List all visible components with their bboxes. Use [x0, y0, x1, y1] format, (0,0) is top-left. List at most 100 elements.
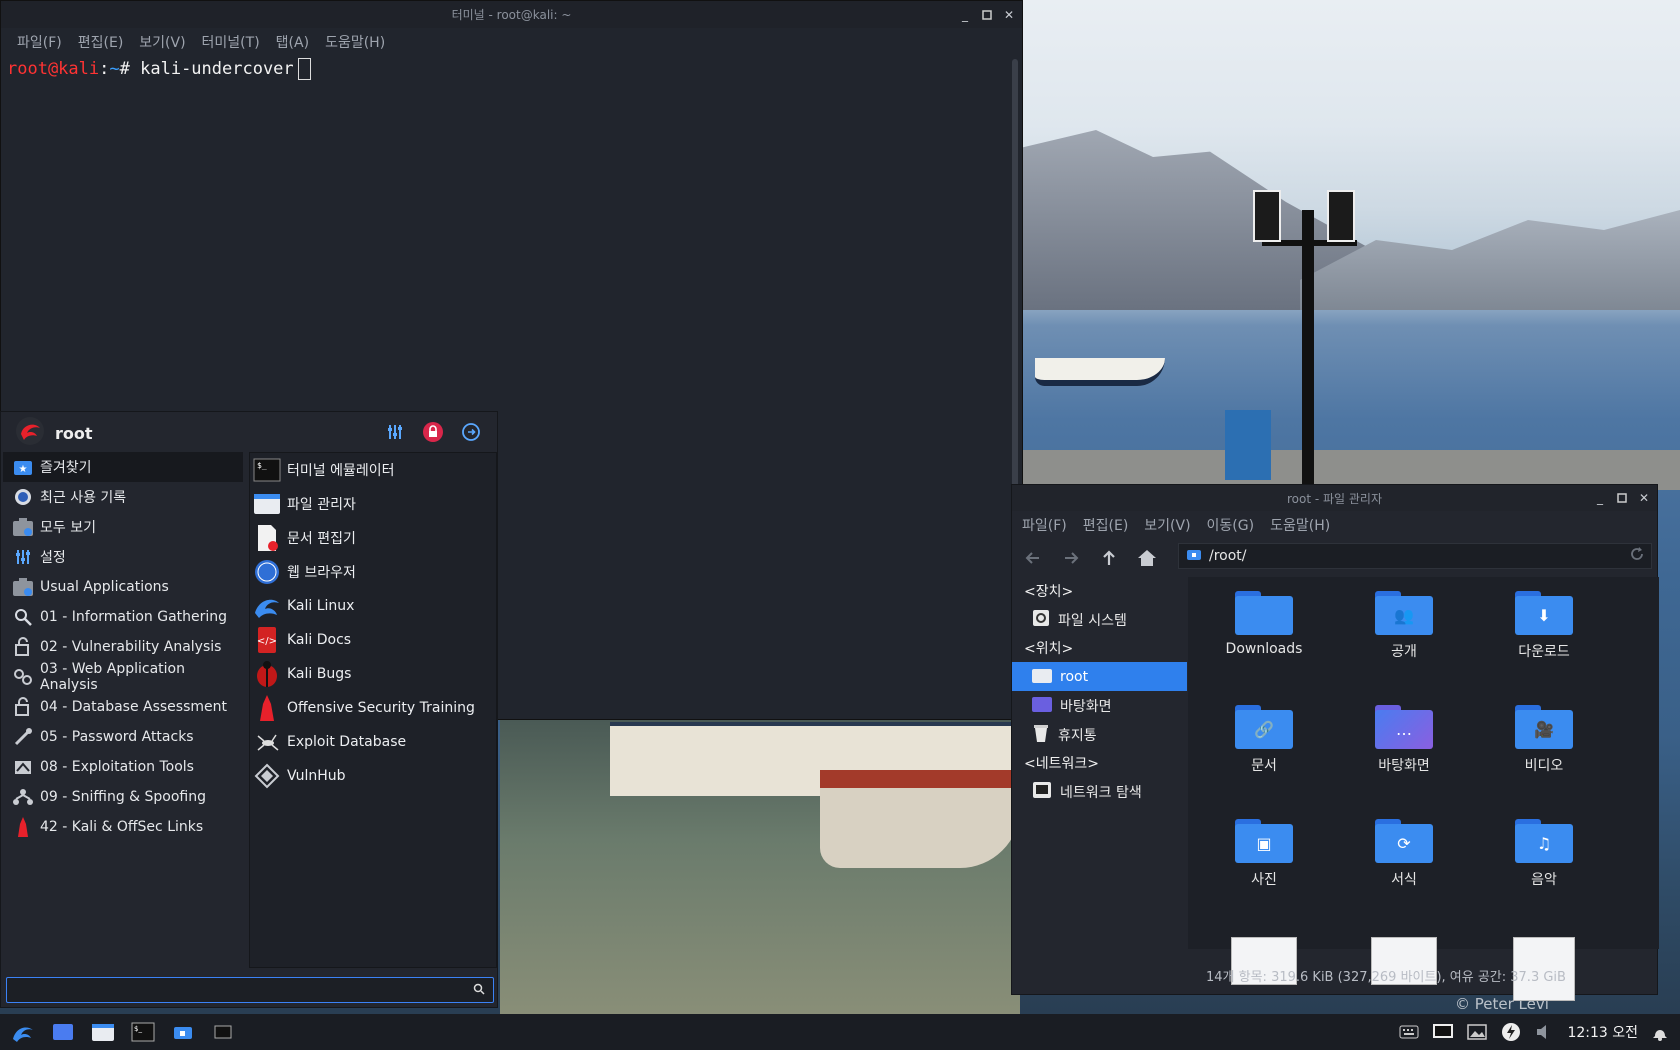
app-kali-docs[interactable]: </> Kali Docs	[250, 623, 496, 657]
home-icon[interactable]	[1134, 545, 1160, 571]
clock[interactable]: 12:13 오전	[1567, 1022, 1638, 1042]
screenshot-icon[interactable]	[1465, 1020, 1489, 1044]
app-exploit-database[interactable]: Exploit Database	[250, 725, 496, 759]
folder-public[interactable]: 👥 공개	[1334, 577, 1474, 691]
sidebar-item-root[interactable]: root	[1012, 662, 1187, 691]
public-folder-icon: 👥	[1375, 591, 1433, 635]
app-kali-bugs[interactable]: Kali Bugs	[250, 657, 496, 691]
category-usual-apps[interactable]: Usual Applications	[3, 572, 243, 602]
sidebar-item-desktop[interactable]: 바탕화면	[1012, 691, 1187, 720]
menu-view[interactable]: 보기(V)	[131, 32, 193, 52]
category-favorites[interactable]: ★ 즐겨찾기	[3, 452, 243, 482]
close-button[interactable]: ✕	[1637, 491, 1651, 505]
folder-desktop[interactable]: … 바탕화면	[1334, 691, 1474, 805]
menu-search-input[interactable]	[7, 978, 465, 1002]
category-kali-links[interactable]: 42 - Kali & OffSec Links	[3, 812, 243, 842]
file-manager-launcher-icon[interactable]	[86, 1017, 120, 1047]
category-database[interactable]: 04 - Database Assessment	[3, 692, 243, 722]
taskbar-terminal-window[interactable]	[206, 1017, 240, 1047]
sidebar-item-filesystem[interactable]: 파일 시스템	[1012, 605, 1187, 634]
category-exploitation[interactable]: 08 - Exploitation Tools	[3, 752, 243, 782]
category-web-app-analysis[interactable]: 03 - Web Application Analysis	[3, 661, 243, 693]
category-sniffing[interactable]: 09 - Sniffing & Spoofing	[3, 782, 243, 812]
volume-icon[interactable]	[1533, 1020, 1557, 1044]
category-password[interactable]: 05 - Password Attacks	[3, 722, 243, 752]
menu-view[interactable]: 보기(V)	[1136, 515, 1198, 535]
terminal-content[interactable]: root@kali:~# kali-undercover	[1, 56, 1022, 82]
sidebar-label: 네트워크 탐색	[1060, 784, 1142, 801]
menu-tabs[interactable]: 탭(A)	[268, 32, 317, 52]
category-list: ★ 즐겨찾기 최근 사용 기록 모두 보기 설정 Usual Applicati…	[3, 452, 243, 842]
maximize-button[interactable]	[1615, 491, 1629, 505]
settings-manager-icon[interactable]	[383, 420, 407, 444]
menu-edit[interactable]: 편집(E)	[70, 32, 132, 52]
app-offsec-training[interactable]: Offensive Security Training	[250, 691, 496, 725]
sidebar-item-network[interactable]: 네트워크 탐색	[1012, 777, 1187, 806]
file-label: 문서	[1251, 758, 1277, 774]
kali-menu-icon[interactable]	[6, 1017, 40, 1047]
app-text-editor[interactable]: 문서 편집기	[250, 521, 496, 555]
menu-terminal[interactable]: 터미널(T)	[194, 32, 268, 52]
folder-download-kr[interactable]: ⬇ 다운로드	[1474, 577, 1614, 691]
menu-go[interactable]: 이동(G)	[1199, 515, 1263, 535]
folder-templates[interactable]: ⟳ 서식	[1334, 805, 1474, 919]
sidebar-item-trash[interactable]: 휴지통	[1012, 720, 1187, 749]
app-web-browser[interactable]: 웹 브라우저	[250, 555, 496, 589]
minimize-button[interactable]: _	[1593, 491, 1607, 505]
menu-file[interactable]: 파일(F)	[1014, 515, 1075, 535]
lock-screen-icon[interactable]	[421, 420, 445, 444]
app-terminal-emulator[interactable]: $_ 터미널 에뮬레이터	[250, 453, 496, 487]
location-bar[interactable]: /root/	[1178, 543, 1652, 569]
file-grid: Downloads 👥 공개 ⬇ 다운로드 🔗 문서 … 바탕화면 🎥 비디오 …	[1188, 577, 1659, 1001]
app-label: 파일 관리자	[287, 497, 356, 513]
category-all[interactable]: 모두 보기	[3, 512, 243, 542]
folder-downloads[interactable]: Downloads	[1194, 577, 1334, 691]
prompt-separator: :	[99, 59, 110, 79]
home-folder-icon	[1187, 548, 1201, 564]
category-settings[interactable]: 설정	[3, 542, 243, 572]
username: root	[55, 423, 93, 443]
menu-help[interactable]: 도움말(H)	[1262, 515, 1338, 535]
terminal-titlebar[interactable]: 터미널 - root@kali: ~ _ ✕	[1, 1, 1022, 28]
keyboard-icon[interactable]	[1397, 1020, 1421, 1044]
file-manager-window[interactable]: root - 파일 관리자 _ ✕ 파일(F) 편집(E) 보기(V) 이동(G…	[1011, 484, 1659, 1001]
trash-icon	[1032, 723, 1050, 747]
folder-videos[interactable]: 🎥 비디오	[1474, 691, 1614, 805]
category-label: 09 - Sniffing & Spoofing	[40, 789, 207, 805]
file-manager-sidebar: <장치> 파일 시스템 <위치> root 바탕화면 휴지통 <네트워크> 네트…	[1012, 577, 1187, 982]
app-vulnhub[interactable]: VulnHub	[250, 759, 496, 793]
star-folder-icon: ★	[12, 456, 34, 478]
display-icon[interactable]	[1431, 1020, 1455, 1044]
category-label: 02 - Vulnerability Analysis	[40, 639, 222, 655]
notification-bell-icon[interactable]	[1648, 1020, 1672, 1044]
menu-search-box[interactable]	[6, 977, 494, 1003]
folder-music[interactable]: ♫ 음악	[1474, 805, 1614, 919]
offsec-icon	[253, 694, 281, 722]
up-arrow-icon[interactable]	[1096, 545, 1122, 571]
back-arrow-icon[interactable]	[1020, 545, 1046, 571]
category-info-gathering[interactable]: 01 - Information Gathering	[3, 602, 243, 632]
forward-arrow-icon[interactable]	[1058, 545, 1084, 571]
menu-edit[interactable]: 편집(E)	[1075, 515, 1137, 535]
app-kali-linux[interactable]: Kali Linux	[250, 589, 496, 623]
folder-documents[interactable]: 🔗 문서	[1194, 691, 1334, 805]
exploitdb-icon	[253, 728, 281, 756]
taskbar-file-manager-window[interactable]	[166, 1017, 200, 1047]
terminal-launcher-icon[interactable]: $_	[126, 1017, 160, 1047]
app-label: 문서 편집기	[287, 531, 356, 547]
category-recent[interactable]: 최근 사용 기록	[3, 482, 243, 512]
maximize-button[interactable]	[980, 8, 994, 22]
app-file-manager[interactable]: 파일 관리자	[250, 487, 496, 521]
category-vuln-analysis[interactable]: 02 - Vulnerability Analysis	[3, 632, 243, 662]
reload-icon[interactable]	[1629, 546, 1645, 566]
menu-file[interactable]: 파일(F)	[9, 32, 70, 52]
close-button[interactable]: ✕	[1002, 8, 1016, 22]
menu-help[interactable]: 도움말(H)	[317, 32, 393, 52]
category-label: 08 - Exploitation Tools	[40, 759, 194, 775]
power-icon[interactable]	[1499, 1020, 1523, 1044]
file-manager-titlebar[interactable]: root - 파일 관리자 _ ✕	[1012, 485, 1657, 511]
folder-pictures[interactable]: ▣ 사진	[1194, 805, 1334, 919]
show-desktop-icon[interactable]	[46, 1017, 80, 1047]
minimize-button[interactable]: _	[958, 8, 972, 22]
logout-icon[interactable]	[459, 420, 483, 444]
